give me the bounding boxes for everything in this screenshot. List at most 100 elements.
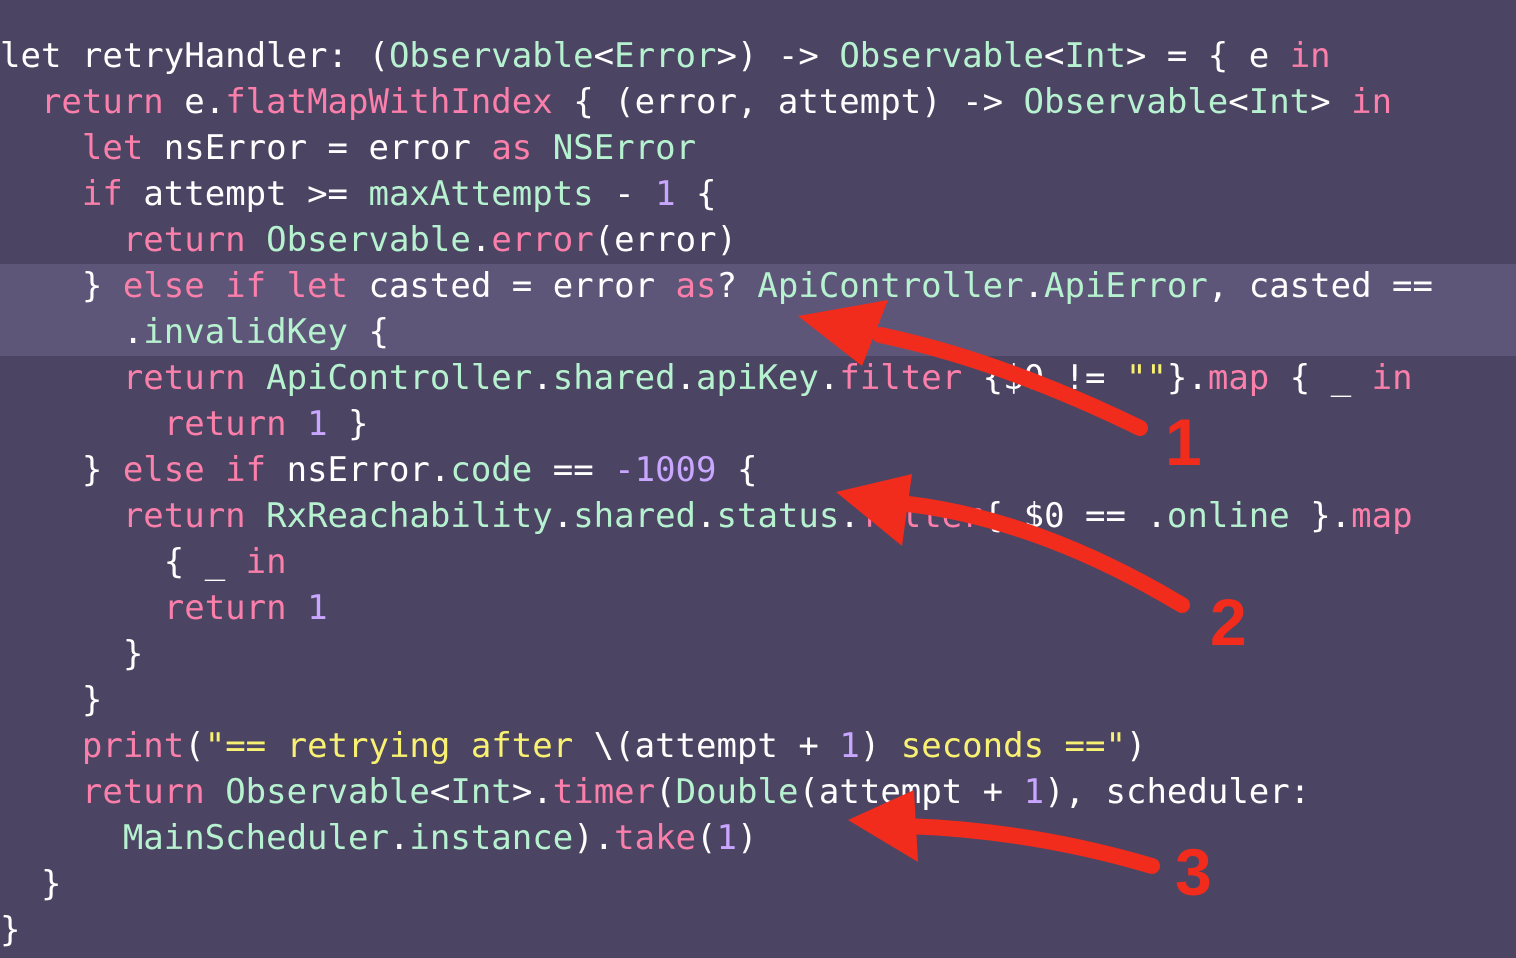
code-line[interactable]: } [0, 677, 1433, 723]
code-token: in [1351, 82, 1393, 122]
code-line[interactable]: } [0, 907, 1433, 953]
code-token: RxReachability [266, 496, 553, 536]
code-token: Observable [839, 36, 1045, 76]
code-line[interactable]: return e.flatMapWithIndex { (error, atte… [0, 79, 1433, 125]
code-token: invalidKey [143, 312, 348, 352]
code-token: ) [859, 726, 901, 766]
code-token: status [716, 496, 840, 536]
code-line[interactable]: } else if let casted = error as? ApiCont… [0, 263, 1433, 309]
code-block[interactable]: let retryHandler: (Observable<Error>) ->… [0, 33, 1433, 953]
code-token: ) [737, 818, 758, 858]
code-token: return [163, 404, 287, 444]
code-token: , casted == [1207, 266, 1433, 306]
code-token: ApiController [266, 358, 533, 398]
code-token: nsError = error [143, 128, 492, 168]
code-line[interactable]: return 1 } [0, 401, 1433, 447]
code-token: ( [184, 726, 205, 766]
code-token: } [0, 634, 144, 674]
code-line[interactable]: return 1 [0, 585, 1433, 631]
code-token: return [122, 496, 246, 536]
code-token: in [1371, 358, 1413, 398]
code-token: Observable [225, 772, 430, 812]
code-token: take [614, 818, 697, 858]
code-token: 1 [1023, 772, 1045, 812]
code-line[interactable]: return Observable<Int>.timer(Double(atte… [0, 769, 1433, 815]
code-token: else if [122, 450, 267, 490]
code-line[interactable]: if attempt >= maxAttempts - 1 { [0, 171, 1433, 217]
code-token: let retryHandler: ( [0, 36, 389, 76]
code-token: >. [511, 772, 553, 812]
code-line[interactable]: } [0, 861, 1433, 907]
code-token: { (error, attempt) -> [552, 82, 1024, 122]
code-token: < [593, 36, 615, 76]
code-token: 1 [307, 588, 328, 628]
code-token: nsError. [266, 450, 451, 490]
code-line[interactable]: MainScheduler.instance).take(1) [0, 815, 1433, 861]
code-line[interactable]: return RxReachability.shared.status.filt… [0, 493, 1433, 539]
code-token: . [0, 312, 144, 352]
code-token: . [818, 358, 840, 398]
code-token: { [348, 312, 389, 352]
code-token: seconds ==" [900, 726, 1126, 766]
code-token: 1 [839, 726, 860, 766]
code-token: Error [614, 36, 717, 76]
code-token: Observable [388, 36, 594, 76]
code-line[interactable]: print("== retrying after \(attempt + 1) … [0, 723, 1433, 769]
code-token: ) [1125, 726, 1147, 766]
code-token: (attempt + [798, 772, 1024, 812]
code-token: > [1310, 82, 1352, 122]
code-token: { [675, 174, 717, 214]
code-line[interactable]: } [0, 631, 1433, 677]
code-token: {$0 != [962, 358, 1126, 398]
code-token: Observable [1023, 82, 1229, 122]
code-token: . [470, 220, 492, 260]
code-token: > = { e [1125, 36, 1290, 76]
code-token: attempt >= [122, 174, 369, 214]
code-line[interactable]: let nsError = error as NSError [0, 125, 1433, 171]
code-token: . [1023, 266, 1045, 306]
code-token: if [81, 174, 123, 214]
code-token: . [388, 818, 410, 858]
code-token: ( [696, 818, 717, 858]
code-token: filter [859, 496, 983, 536]
code-token: Observable [266, 220, 471, 260]
code-token: ). [573, 818, 615, 858]
code-token: flatMapWithIndex [225, 82, 553, 122]
code-token: shared [573, 496, 697, 536]
code-token: Int [1064, 36, 1126, 76]
code-token: apiKey [696, 358, 819, 398]
code-token: 1 [655, 174, 676, 214]
code-token: as [491, 128, 533, 168]
code-token: { [716, 450, 758, 490]
code-token: } [0, 680, 103, 720]
code-token: e. [163, 82, 226, 122]
code-token: }. [1289, 496, 1352, 536]
code-token: == [532, 450, 615, 490]
code-token: code [450, 450, 533, 490]
code-token: { _ [1269, 358, 1372, 398]
code-token: ( [655, 772, 676, 812]
code-token: . [839, 496, 860, 536]
code-line[interactable]: return ApiController.shared.apiKey.filte… [0, 355, 1433, 401]
code-token: Int [450, 772, 512, 812]
code-line[interactable]: let retryHandler: (Observable<Error>) ->… [0, 33, 1433, 79]
code-token: print [81, 726, 185, 766]
code-token: return [122, 358, 246, 398]
code-line[interactable]: return Observable.error(error) [0, 217, 1433, 263]
code-token: filter [839, 358, 963, 398]
code-token: 1 [716, 818, 737, 858]
code-line[interactable]: .invalidKey { [0, 309, 1433, 355]
code-line[interactable]: { _ in [0, 539, 1433, 585]
code-editor[interactable]: let retryHandler: (Observable<Error>) ->… [0, 0, 1516, 958]
code-line[interactable]: } else if nsError.code == -1009 { [0, 447, 1433, 493]
code-token: online [1166, 496, 1290, 536]
code-token: - [593, 174, 656, 214]
